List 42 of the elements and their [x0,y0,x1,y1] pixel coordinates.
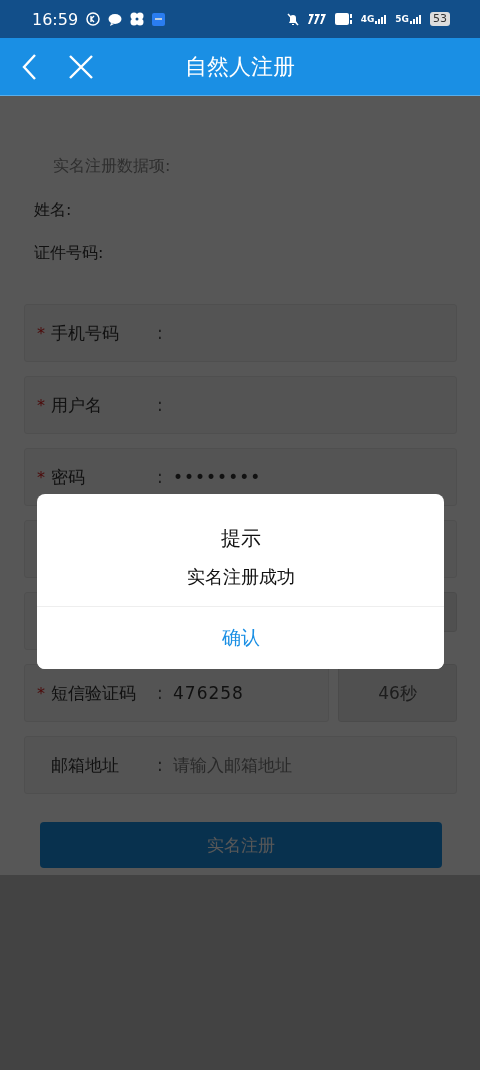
bell-off-icon [286,12,299,26]
network-label: 5G [395,14,409,24]
confirm-button[interactable]: 确认 [37,606,444,669]
colon: : [157,755,164,775]
required-mark: * [37,323,46,343]
colon: : [157,323,164,343]
network-label: 4G [360,14,375,24]
register-button[interactable]: 实名注册 [40,822,442,868]
required-mark: * [37,467,46,487]
field-value: •••••••• [173,467,262,487]
colon: : [157,467,164,487]
form-field[interactable]: * 手机号码 : [24,304,457,362]
battery-level: 53 [430,12,450,26]
signal-icon [410,15,422,24]
info-label: 证件号码: [34,242,105,264]
info-label: 姓名: [34,199,73,221]
colon: : [157,395,164,415]
k-icon [86,12,101,26]
dialog-message: 实名注册成功 [186,565,295,589]
field-label: 密码 [51,465,86,489]
form-field[interactable]: * 用户名 : [24,376,457,434]
colon: : [157,683,164,703]
required-mark: * [37,395,46,415]
back-button[interactable] [20,52,38,81]
field-label: 用户名 [51,393,103,417]
app-icon [152,12,166,26]
fan-icon [130,12,145,26]
field-label: 手机号码 [51,321,120,345]
back-icon [20,52,38,81]
required-mark: * [37,683,46,703]
close-button[interactable] [68,53,94,80]
field-value: 476258 [173,683,244,703]
page-title: 自然人注册 [185,53,295,79]
field-label: 邮箱地址 [51,753,120,777]
field-label: 短信验证码 [51,681,137,705]
chat-icon [108,12,123,26]
dialog-title: 提示 [220,525,261,552]
signal-icon [375,15,388,24]
speed-icon [306,14,327,24]
clock: 16:59 [32,9,79,29]
form-field[interactable]: * 短信验证码 : 476258 [24,664,329,722]
close-icon [68,53,94,80]
